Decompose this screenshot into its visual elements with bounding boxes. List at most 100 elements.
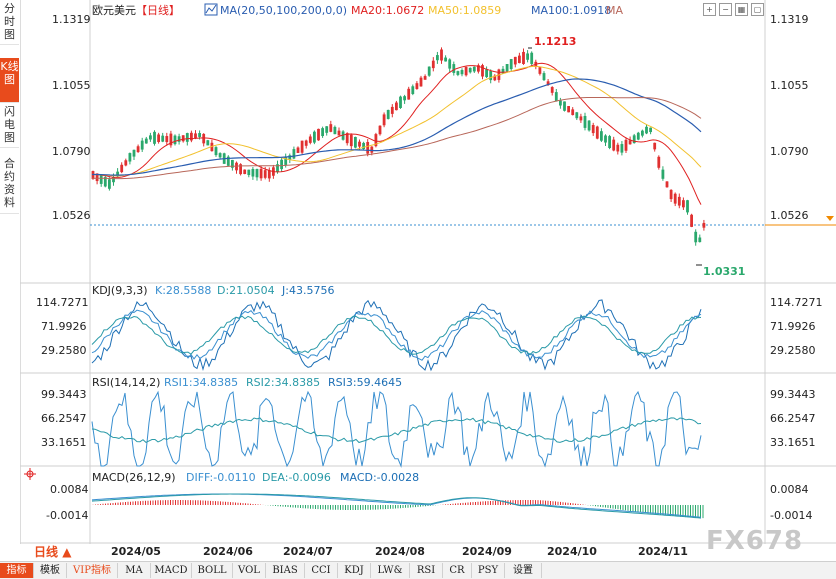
date-tick: 2024/10 <box>547 545 597 558</box>
candle-body <box>604 135 607 143</box>
rsi1-value: RSI1:34.8385 <box>164 376 238 389</box>
tab-kdj[interactable]: KDJ <box>338 563 371 578</box>
rsi-label: RSI(14,14,2) <box>92 376 160 389</box>
candle-body <box>460 70 464 75</box>
candle-body <box>444 57 447 62</box>
candle-body <box>194 133 197 139</box>
rsi-tick-right: 99.3443 <box>770 388 816 401</box>
candle-body <box>378 125 382 135</box>
ma50-value: MA50:1.0859 <box>428 4 501 17</box>
candle-body <box>518 55 521 64</box>
kdj-tick: 114.7271 <box>36 296 89 309</box>
candle-body <box>636 132 640 140</box>
macd-tick-right: 0.0084 <box>770 483 809 496</box>
candle-body <box>538 67 542 74</box>
rsi-tick: 33.1651 <box>41 436 87 449</box>
candle-body <box>472 66 476 72</box>
price-tick-right: 1.1055 <box>770 79 809 92</box>
candle-body <box>600 131 603 141</box>
candle-body <box>690 214 693 227</box>
candle-body <box>280 159 283 170</box>
tab-psy[interactable]: PSY <box>472 563 505 578</box>
macd-tick: 0.0084 <box>50 483 89 496</box>
tab-vol[interactable]: VOL <box>233 563 266 578</box>
candle-body <box>559 100 562 106</box>
tab-cr[interactable]: CR <box>443 563 472 578</box>
candle-body <box>530 52 534 64</box>
candle-body <box>108 179 111 189</box>
rsi-lines <box>91 390 702 468</box>
candle-body <box>452 64 456 73</box>
price-tick-right: 1.0790 <box>770 145 809 158</box>
candle-body <box>403 96 406 101</box>
candle-body <box>173 135 177 145</box>
tab-cci[interactable]: CCI <box>305 563 338 578</box>
tab-template[interactable]: 模板 <box>34 563 67 578</box>
zoom-in-icon[interactable]: + <box>703 3 716 16</box>
candle-body <box>251 169 255 177</box>
period-label: 【日线】 <box>136 3 180 17</box>
price-tick: 1.1319 <box>52 13 91 26</box>
tab-vip-indicators[interactable]: VIP指标 <box>67 563 118 578</box>
tab-macd[interactable]: MACD <box>151 563 192 578</box>
tab-boll[interactable]: BOLL <box>192 563 233 578</box>
tab-rsi[interactable]: RSI <box>410 563 443 578</box>
tab-settings[interactable]: 设置 <box>505 563 542 578</box>
candle-body <box>243 169 247 174</box>
macd-tick-right: -0.0014 <box>770 509 812 522</box>
candle-body <box>702 222 706 228</box>
candle-body <box>579 116 583 121</box>
candle-body <box>591 124 595 134</box>
candle-body <box>464 66 468 76</box>
candle-body <box>333 126 337 135</box>
macd-diff: DIFF:-0.0110 <box>186 471 256 484</box>
tab-lwr[interactable]: LW& <box>371 563 410 578</box>
candle-body <box>313 131 316 143</box>
date-tick: 2024/08 <box>375 545 425 558</box>
candle-body <box>296 147 300 153</box>
candle-body <box>366 141 370 154</box>
compare-icon[interactable] <box>204 3 218 16</box>
candle-body <box>181 135 185 142</box>
tab-indicators[interactable]: 指标 <box>0 563 34 578</box>
price-marker-icon <box>826 216 834 221</box>
ma-params-label: MA(20,50,100,200,0,0) <box>220 4 347 17</box>
indicator-toolbar: 指标 模板 VIP指标 MA MACD BOLL VOL BIAS CCI KD… <box>0 561 836 579</box>
macd-dea: DEA:-0.0096 <box>262 471 331 484</box>
rsi-tick-right: 33.1651 <box>770 436 816 449</box>
candle-body <box>411 86 415 94</box>
candle-body <box>665 181 669 188</box>
candle-body <box>608 136 611 149</box>
moving-averages <box>92 62 702 205</box>
candle-body <box>583 115 587 128</box>
candle-body <box>321 128 324 137</box>
candle-body <box>554 92 558 102</box>
grid-icon[interactable]: ▦ <box>735 3 748 16</box>
candle-body <box>440 49 443 61</box>
candle-body <box>288 155 292 160</box>
candle-body <box>456 71 460 75</box>
chart-area: 欧元美元 【日线】 MA(20,50,100,200,0,0) MA20:1.0… <box>20 0 836 558</box>
macd-value: MACD:-0.0028 <box>340 471 419 484</box>
candle-body <box>161 135 165 142</box>
candle-body <box>694 231 698 243</box>
tab-ma[interactable]: MA <box>118 563 151 578</box>
date-tick: 2024/07 <box>283 545 333 558</box>
candle-body <box>136 146 140 153</box>
macd-dea-line <box>91 493 702 519</box>
candle-body <box>645 126 648 134</box>
settings-sun-icon[interactable] <box>24 468 36 480</box>
tab-bias[interactable]: BIAS <box>266 563 305 578</box>
expand-icon[interactable]: ▢ <box>751 3 764 16</box>
zoom-out-icon[interactable]: − <box>719 3 732 16</box>
period-selector[interactable]: 日线 ▲ <box>0 544 88 560</box>
candlestick-series <box>91 47 706 246</box>
rsi-tick: 66.2547 <box>41 412 87 425</box>
kdj-tick: 29.2580 <box>41 344 87 357</box>
candle-body <box>354 136 357 148</box>
candle-body <box>661 169 665 179</box>
candle-body <box>657 156 661 168</box>
candle-body <box>382 114 386 126</box>
candle-body <box>120 164 124 173</box>
candle-body <box>395 102 398 111</box>
